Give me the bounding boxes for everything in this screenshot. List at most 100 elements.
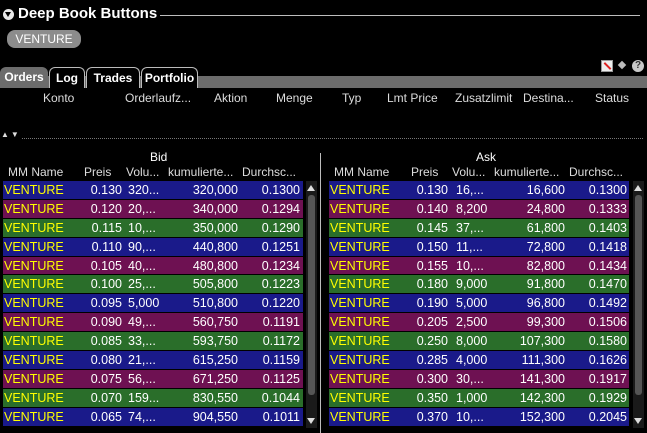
col-status[interactable]: Status (595, 91, 629, 105)
cumulative-cell: 440,800 (192, 239, 238, 254)
cumulative-cell: 320,000 (192, 183, 238, 197)
bid-row[interactable]: VENTURE 0.085 33,... 593,750 0.1172 (3, 332, 303, 352)
bid-row[interactable]: VENTURE 0.070 159... 830,550 0.1044 (3, 388, 303, 408)
ask-row[interactable]: VENTURE 0.250 8,000 107,300 0.1580 (329, 332, 629, 352)
bid-row[interactable]: VENTURE 0.090 49,... 560,750 0.1191 (3, 313, 303, 333)
price-cell: 0.190 (416, 296, 448, 311)
ask-row[interactable]: VENTURE 0.130 16,... 16,600 0.1300 (329, 181, 629, 200)
price-cell: 0.065 (90, 409, 122, 424)
average-cell: 0.1300 (588, 183, 627, 197)
bid-row[interactable]: VENTURE 0.095 5,000 510,800 0.1220 (3, 294, 303, 314)
splitter-divider[interactable] (22, 138, 643, 139)
col-konto[interactable]: Konto (43, 91, 74, 105)
volume-cell: 8,200 (456, 201, 488, 216)
col-lmt-price[interactable]: Lmt Price (387, 91, 438, 105)
col-orderlaufzeit[interactable]: Orderlaufz... (125, 91, 191, 105)
bid-col-volume[interactable]: Volu... (126, 165, 159, 179)
price-cell: 0.080 (90, 353, 122, 368)
bid-scrollbar[interactable] (306, 181, 317, 428)
cumulative-cell: 615,250 (192, 353, 238, 368)
tab-orders[interactable]: Orders (0, 67, 48, 88)
mm-name-cell: VENTURE (330, 239, 390, 254)
ask-col-cumulative[interactable]: kumulierte... (494, 165, 559, 179)
mm-name-cell: VENTURE (4, 239, 64, 254)
ask-row[interactable]: VENTURE 0.140 8,200 24,800 0.1333 (329, 199, 629, 219)
ask-row[interactable]: VENTURE 0.190 5,000 96,800 0.1492 (329, 294, 629, 314)
ask-col-volume[interactable]: Volu... (452, 165, 485, 179)
ask-row[interactable]: VENTURE 0.370 10,... 152,300 0.2045 (329, 407, 629, 427)
bid-col-cumulative[interactable]: kumulierte... (168, 165, 233, 179)
ask-row[interactable]: VENTURE 0.150 11,... 72,800 0.1418 (329, 237, 629, 257)
cumulative-cell: 96,800 (526, 296, 565, 311)
bid-row[interactable]: VENTURE 0.130 320... 320,000 0.1300 (3, 181, 303, 200)
tab-portfolio[interactable]: Portfolio (141, 67, 198, 88)
ask-col-mm-name[interactable]: MM Name (334, 165, 389, 179)
ask-col-average[interactable]: Durchsc... (569, 165, 623, 179)
symbol-chip[interactable]: VENTURE (7, 30, 81, 48)
ask-row[interactable]: VENTURE 0.350 1,000 142,300 0.1929 (329, 388, 629, 408)
mm-name-cell: VENTURE (330, 390, 390, 405)
collapse-icon[interactable] (3, 9, 14, 20)
cumulative-cell: 671,250 (192, 371, 238, 386)
col-zusatzlimit[interactable]: Zusatzlimit (455, 91, 512, 105)
cumulative-cell: 593,750 (192, 334, 238, 349)
ask-scrollbar[interactable] (633, 181, 644, 428)
price-cell: 0.140 (416, 201, 448, 216)
splitter-arrows-icon[interactable]: ▲▼ (1, 130, 21, 139)
scroll-up-icon[interactable] (307, 183, 316, 192)
mm-name-cell: VENTURE (330, 220, 390, 235)
price-cell: 0.075 (90, 371, 122, 386)
bid-row[interactable]: VENTURE 0.100 25,... 505,800 0.1223 (3, 275, 303, 295)
mm-name-cell: VENTURE (4, 390, 64, 405)
cumulative-cell: 91,800 (526, 277, 565, 292)
volume-cell: 37,... (456, 220, 484, 235)
bid-row[interactable]: VENTURE 0.110 90,... 440,800 0.1251 (3, 237, 303, 257)
cumulative-cell: 61,800 (526, 220, 565, 235)
price-cell: 0.115 (91, 220, 122, 235)
tab-log[interactable]: Log (49, 67, 85, 88)
average-cell: 0.1290 (261, 220, 300, 235)
bid-row[interactable]: VENTURE 0.120 20,... 340,000 0.1294 (3, 199, 303, 219)
window-title: Deep Book Buttons (18, 5, 158, 22)
bid-col-mm-name[interactable]: MM Name (8, 165, 63, 179)
cumulative-cell: 340,000 (192, 201, 238, 216)
ask-row[interactable]: VENTURE 0.145 37,... 61,800 0.1403 (329, 218, 629, 238)
ask-row[interactable]: VENTURE 0.155 10,... 82,800 0.1434 (329, 256, 629, 276)
volume-cell: 20,... (128, 201, 156, 216)
bid-row[interactable]: VENTURE 0.080 21,... 615,250 0.1159 (3, 351, 303, 370)
ask-row[interactable]: VENTURE 0.180 9,000 91,800 0.1470 (329, 275, 629, 295)
window-titlebar: Deep Book Buttons (0, 0, 647, 30)
scroll-up-icon[interactable] (634, 183, 643, 192)
bid-col-preis[interactable]: Preis (84, 165, 111, 179)
scroll-thumb[interactable] (635, 195, 642, 395)
bid-row[interactable]: VENTURE 0.115 10,... 350,000 0.1290 (3, 218, 303, 238)
bid-book: VENTURE 0.130 320... 320,000 0.1300 VENTURE 0.… (3, 181, 303, 427)
ask-row[interactable]: VENTURE 0.285 4,000 111,300 0.1626 (329, 351, 629, 370)
col-typ[interactable]: Typ (342, 91, 361, 105)
scroll-down-icon[interactable] (634, 417, 643, 426)
price-cell: 0.120 (90, 201, 122, 216)
tab-trades[interactable]: Trades (86, 67, 140, 88)
volume-cell: 40,... (128, 258, 156, 273)
mm-name-cell: VENTURE (330, 371, 390, 386)
bid-col-average[interactable]: Durchsc... (242, 165, 296, 179)
mm-name-cell: VENTURE (330, 353, 390, 368)
col-destination[interactable]: Destina... (523, 91, 574, 105)
mm-name-cell: VENTURE (330, 183, 390, 197)
ask-col-preis[interactable]: Preis (411, 165, 438, 179)
volume-cell: 1,000 (456, 390, 488, 405)
bid-row[interactable]: VENTURE 0.065 74,... 904,550 0.1011 (3, 407, 303, 427)
ask-row[interactable]: VENTURE 0.300 30,... 141,300 0.1917 (329, 369, 629, 389)
price-cell: 0.370 (416, 409, 448, 424)
col-menge[interactable]: Menge (276, 91, 313, 105)
col-aktion[interactable]: Aktion (214, 91, 247, 105)
average-cell: 0.1506 (588, 315, 627, 330)
bid-row[interactable]: VENTURE 0.105 40,... 480,800 0.1234 (3, 256, 303, 276)
scroll-thumb[interactable] (308, 195, 315, 395)
scroll-down-icon[interactable] (307, 417, 316, 426)
price-cell: 0.155 (416, 258, 448, 273)
average-cell: 0.1220 (261, 296, 300, 311)
bid-row[interactable]: VENTURE 0.075 56,... 671,250 0.1125 (3, 369, 303, 389)
ask-row[interactable]: VENTURE 0.205 2,500 99,300 0.1506 (329, 313, 629, 333)
mm-name-cell: VENTURE (4, 201, 64, 216)
